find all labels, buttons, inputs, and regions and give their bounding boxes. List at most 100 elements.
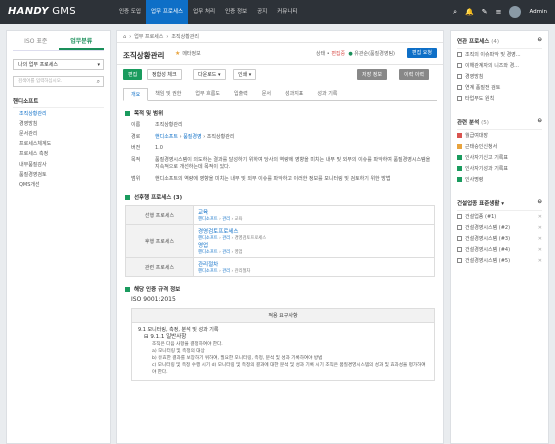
- tag-icon[interactable]: ✎: [482, 8, 488, 16]
- page-title: 조직상황관리: [123, 51, 165, 60]
- left-panel: ISO 표준 업무분류 나의 업무 프로세스 검색어를 입력하십시오. 핸디소프…: [6, 30, 111, 444]
- breadcrumb: ⌂ › 업무 프로세스 › 조직상황관리: [117, 31, 443, 43]
- process-link[interactable]: 경영검토프로세스: [198, 227, 430, 235]
- download-button[interactable]: 다운로드 ▾: [193, 69, 226, 80]
- owner-name: 유관순(품질경영팀): [354, 51, 395, 57]
- tree-search-input[interactable]: 검색어를 입력하십시오.: [13, 76, 104, 87]
- process-tree: 핸디소프트 조직상황관리 경영방침 문서관리 프로세스체계도 프로세스 측정 내…: [13, 95, 104, 190]
- nav-item[interactable]: 공지: [252, 0, 272, 24]
- status-info: 상태 • 편집중 ● 유관순(품질경영팀): [315, 51, 395, 57]
- related-item[interactable]: 타업무도 원칙: [457, 93, 542, 104]
- star-icon: ★: [175, 50, 181, 57]
- related-item[interactable]: 이해관계자의 니즈와 경...: [457, 60, 542, 71]
- tree-item[interactable]: 내부품질감사: [13, 159, 104, 169]
- tab-documents[interactable]: 문서: [255, 88, 278, 100]
- tab-io[interactable]: 입출력: [227, 88, 255, 100]
- history-button[interactable]: 이력 이력: [399, 69, 429, 80]
- status-badge: 편집중: [331, 51, 346, 57]
- search-icon[interactable]: ⌕: [453, 8, 457, 17]
- prop-row: 목적 품질경영시스템이 의도하는 결과를 달성하기 위하여 당사의 역량에 영향을…: [131, 156, 431, 171]
- standard-select[interactable]: 건설업종 표준생활 ▾: [457, 199, 504, 207]
- meta-info-link[interactable]: ★ 메타정보: [175, 50, 201, 57]
- standard-item[interactable]: 건설경영시스템 (#2) ✕: [457, 222, 542, 233]
- right-panel: 연관 프로세스 (4) ⊖ 조직의 이슈파악 및 경영... 이해관계자의 니즈와…: [450, 30, 549, 444]
- tab-kpi[interactable]: 성과지표: [278, 88, 310, 100]
- consistency-check-button[interactable]: 정합성 체크: [147, 69, 182, 80]
- iso-requirements-box: 적용 요구사항 9.1 모니터링, 측정, 분석 및 성과 기록 ⊟ 9.1.1…: [131, 308, 435, 381]
- edit-button[interactable]: 편집: [123, 69, 143, 80]
- print-button[interactable]: 인쇄 ▾: [233, 69, 257, 80]
- table-row: 관련 프로세스 관리절차 핸디소프트 › 관리 › 관리절차: [125, 257, 435, 277]
- top-bar: HANDY GMS 인증 도입 업무 프로세스 업무 처리 인증 정보 공지 커…: [0, 0, 555, 24]
- content-tabs: 개요 책임 및 권한 업무 흐름도 입출력 문서 성과지표 성과 기록: [123, 88, 437, 101]
- tree-item[interactable]: 문서관리: [13, 128, 104, 138]
- table-row: 선행 프로세스 교육 핸디소프트 › 관리 › 교육: [125, 205, 435, 225]
- user-name[interactable]: Admin: [529, 9, 547, 15]
- section-overview: 목적 및 범위: [125, 109, 435, 117]
- related-doc[interactable]: 인사명령: [457, 174, 542, 185]
- section-preceding: 선후행 프로세스 (3): [125, 193, 435, 201]
- breadcrumb-item[interactable]: 업무 프로세스: [134, 33, 163, 40]
- tab-records[interactable]: 성과 기록: [310, 88, 344, 100]
- tab-iso-standard[interactable]: ISO 표준: [13, 35, 59, 50]
- process-select[interactable]: 나의 업무 프로세스: [13, 59, 104, 70]
- process-link[interactable]: 영업: [198, 241, 430, 249]
- process-link[interactable]: 관리절차: [198, 260, 430, 268]
- tab-responsibility[interactable]: 책임 및 권한: [148, 88, 188, 100]
- tree-item[interactable]: 경영방침: [13, 118, 104, 128]
- related-item[interactable]: 연계 품질전 검토: [457, 82, 542, 93]
- tree-item[interactable]: 품질경영검토: [13, 169, 104, 179]
- tab-overview[interactable]: 개요: [123, 88, 149, 101]
- standard-item[interactable]: 건설경영시스템 (#5) ✕: [457, 255, 542, 266]
- table-row: 후행 프로세스 경영검토프로세스 핸디소프트 › 관리 › 경영검토프로세스 영…: [125, 224, 435, 258]
- close-icon: ✕: [537, 213, 542, 220]
- nav-item[interactable]: 업무 처리: [188, 0, 220, 24]
- tree-item[interactable]: QMS개선: [13, 179, 104, 189]
- tree-item[interactable]: 프로세스체계도: [13, 139, 104, 149]
- collapse-icon[interactable]: ⊟: [144, 334, 149, 340]
- nav-item[interactable]: 커뮤니티: [272, 0, 302, 24]
- nav-item[interactable]: 인증 도입: [114, 0, 146, 24]
- prop-row: 이름 조직상황관리: [131, 122, 183, 128]
- home-icon[interactable]: ⌂: [123, 34, 126, 40]
- avatar[interactable]: [509, 6, 522, 18]
- standard-item[interactable]: 건설경영시스템 (#4) ✕: [457, 244, 542, 255]
- standard-item[interactable]: 건설업종 (#1) ✕: [457, 211, 542, 222]
- iso-standard-label: ISO 9001:2015: [131, 296, 176, 303]
- nav-item[interactable]: 인증 정보: [220, 0, 252, 24]
- main-nav: 인증 도입 업무 프로세스 업무 처리 인증 정보 공지 커뮤니티: [114, 0, 302, 24]
- section-iso: 해당 인증 규격 정보: [125, 285, 435, 293]
- standard-item[interactable]: 건설경영시스템 (#3) ✕: [457, 233, 542, 244]
- related-doc[interactable]: 인사자기성과 기록표: [457, 163, 542, 174]
- prop-row: 버전 1.0: [131, 145, 163, 151]
- save-info-button[interactable]: 저장 정보: [357, 69, 387, 80]
- bell-icon[interactable]: 🔔: [465, 8, 474, 16]
- close-icon: ✕: [537, 224, 542, 231]
- tree-item[interactable]: 프로세스 측정: [13, 149, 104, 159]
- prop-row: 경로 핸디소프트 › 품질경영 › 조직상황관리: [131, 133, 235, 140]
- related-item[interactable]: 조직의 이슈파악 및 경영...: [457, 49, 542, 60]
- path-link[interactable]: 품질경영: [183, 134, 201, 140]
- collapse-icon[interactable]: ⊖: [537, 37, 542, 45]
- tab-work-category[interactable]: 업무분류: [58, 35, 104, 50]
- app-logo[interactable]: HANDY GMS: [8, 6, 76, 17]
- path-link[interactable]: 핸디소프트: [155, 134, 178, 140]
- related-item[interactable]: 경영방침: [457, 71, 542, 82]
- menu-icon[interactable]: ≡: [496, 8, 502, 16]
- edit-request-button[interactable]: 편집 요청: [407, 48, 437, 58]
- main-content: ⌂ › 업무 프로세스 › 조직상황관리 조직상황관리 ★ 메타정보 상태 • 편집…: [116, 30, 444, 444]
- related-doc[interactable]: 월급여대장: [457, 130, 542, 141]
- close-icon: ✕: [537, 246, 542, 253]
- close-icon: ✕: [537, 257, 542, 264]
- tab-workflow[interactable]: 업무 흐름도: [188, 88, 227, 100]
- prop-row: 범위 핸디소프트의 역량에 영향을 미치는 내부 및 외부 이슈를 파악하고 이러…: [131, 175, 391, 182]
- tree-item[interactable]: 조직상황관리: [13, 108, 104, 118]
- collapse-icon[interactable]: ⊖: [537, 199, 542, 207]
- collapse-icon[interactable]: ⊖: [537, 118, 542, 126]
- nav-item-process[interactable]: 업무 프로세스: [146, 0, 189, 24]
- related-doc[interactable]: 인사자기신고 기록표: [457, 152, 542, 163]
- tree-root[interactable]: 핸디소프트: [13, 95, 104, 108]
- related-doc[interactable]: 근태승인신청서: [457, 141, 542, 152]
- process-relations-table: 선행 프로세스 교육 핸디소프트 › 관리 › 교육 후행 프로세스 경영검토프…: [125, 205, 435, 277]
- process-link[interactable]: 교육: [198, 208, 430, 216]
